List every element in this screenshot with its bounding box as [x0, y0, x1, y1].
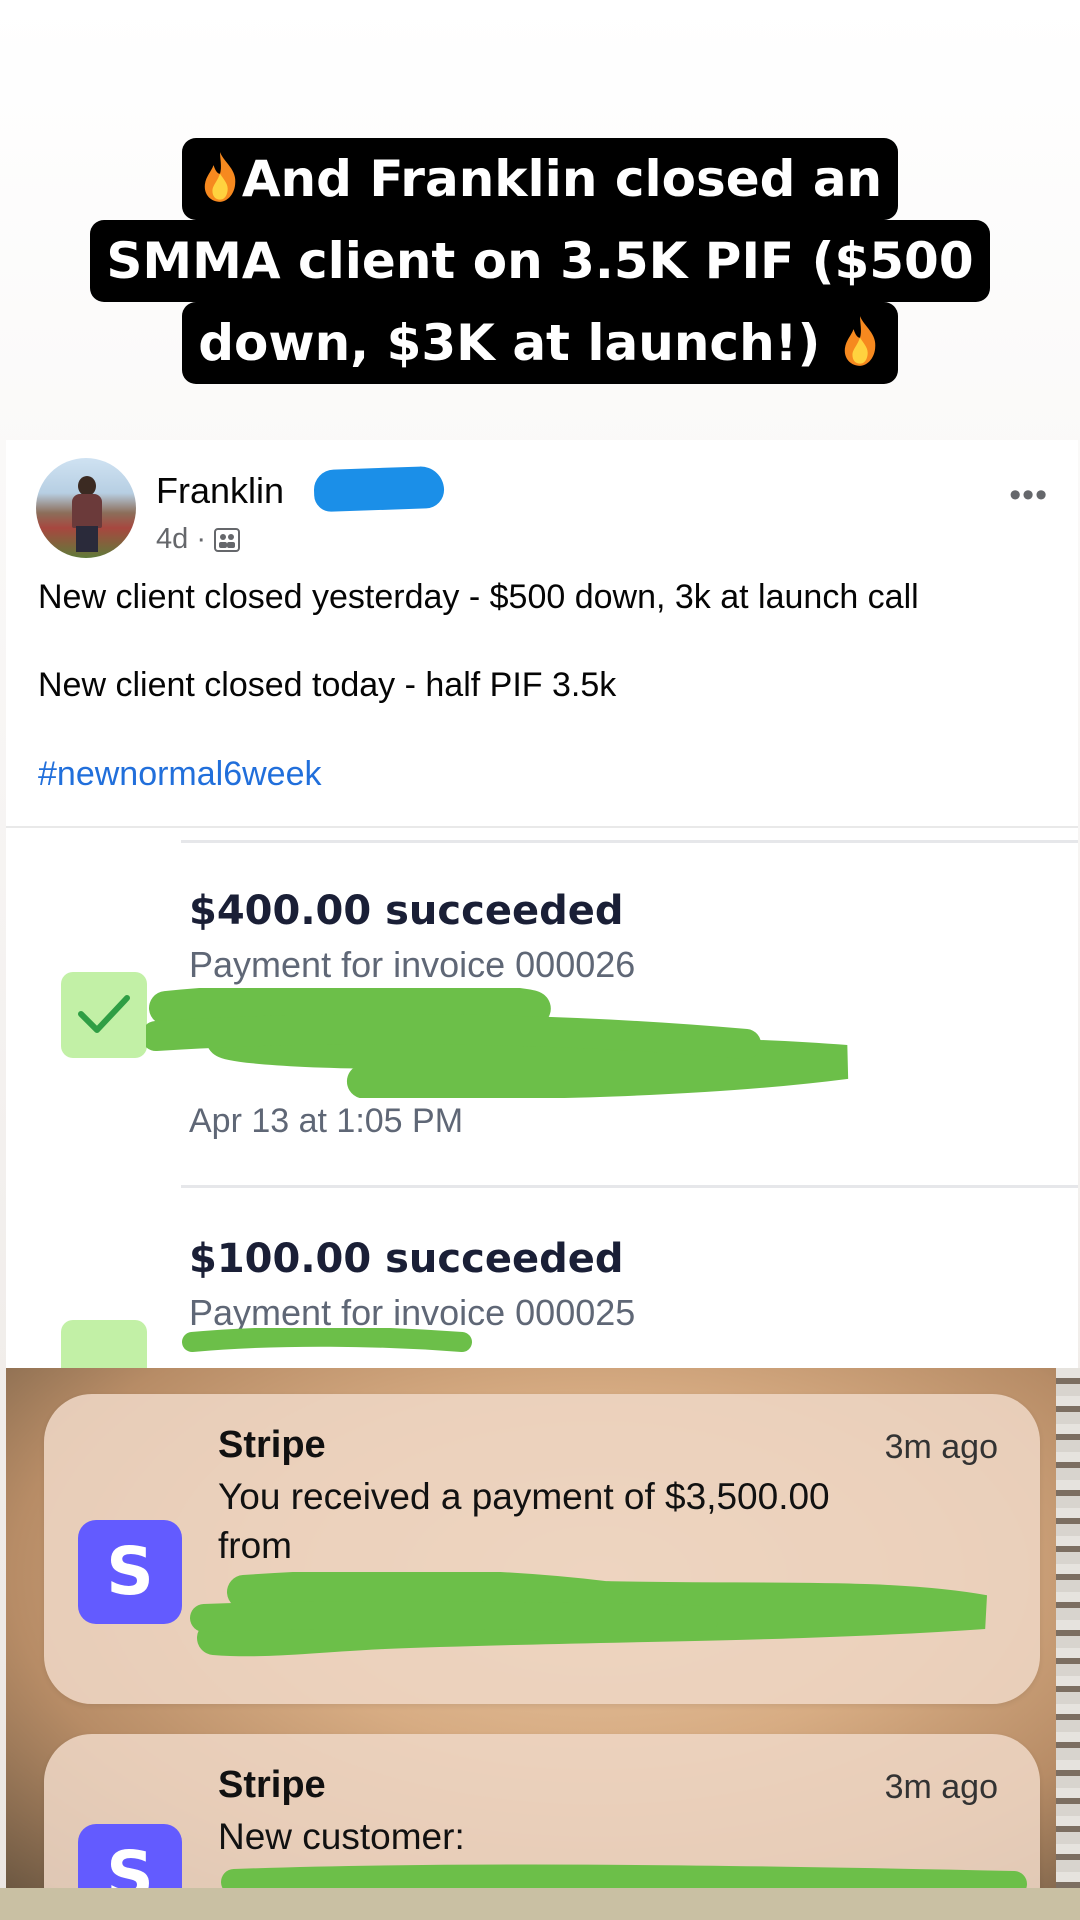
notification-app-name: Stripe	[218, 1424, 326, 1466]
post-author[interactable]: Franklin	[156, 470, 284, 512]
name-redaction	[313, 465, 445, 513]
post-time[interactable]: 4d	[156, 523, 188, 555]
headline-line-2: SMMA client on 3.5K PIF ($500	[90, 220, 990, 302]
stripe-app-icon: S	[78, 1520, 182, 1624]
more-options-button[interactable]: •••	[1009, 476, 1048, 515]
post-meta: 4d ·	[156, 523, 241, 556]
fire-icon	[204, 152, 236, 202]
transaction-amount: $400.00 succeeded	[189, 888, 624, 934]
redaction-scribble	[221, 1864, 1027, 1888]
hashtag-link[interactable]: #newnormal6week	[38, 755, 322, 794]
notification-screenshot: S Stripe 3m ago You received a payment o…	[6, 1368, 1080, 1888]
divider	[181, 1185, 1078, 1188]
avatar-head	[78, 476, 96, 496]
transaction-description: Payment for invoice 000026	[189, 944, 636, 985]
transaction-amount: $100.00 succeeded	[189, 1236, 624, 1282]
notification-card[interactable]: S Stripe 3m ago New customer:	[44, 1734, 1040, 1888]
notification-time: 3m ago	[884, 1768, 998, 1806]
notification-time: 3m ago	[884, 1428, 998, 1466]
stripe-app-icon: S	[78, 1824, 182, 1888]
avatar-body	[72, 494, 102, 528]
post-card: Franklin 4d · ••• New client closed yest…	[6, 440, 1078, 1440]
transaction-date: Apr 13 at 1:05 PM	[189, 1102, 464, 1140]
headline-line-1: And Franklin closed an	[181, 138, 899, 220]
notification-card[interactable]: S Stripe 3m ago You received a payment o…	[44, 1394, 1040, 1704]
notification-app-name: Stripe	[218, 1764, 326, 1806]
notification-body: You received a payment of $3,500.00 from	[218, 1472, 830, 1570]
post-text-line-1: New client closed yesterday - $500 down,…	[38, 578, 919, 616]
headline-line-3: down, $3K at launch!)	[182, 302, 898, 384]
redaction-scribble	[146, 988, 849, 1098]
divider	[181, 840, 1078, 843]
notification-body: New customer:	[218, 1812, 465, 1861]
check-icon	[61, 972, 147, 1058]
photo-edge	[1056, 1368, 1080, 1888]
avatar[interactable]	[36, 458, 136, 558]
avatar-legs	[76, 526, 98, 552]
post-divider	[6, 826, 1078, 828]
headline: And Franklin closed an SMMA client on 3.…	[0, 138, 1080, 384]
meta-separator: ·	[196, 523, 206, 555]
group-audience-icon[interactable]	[214, 528, 241, 552]
notification-body-line-1: You received a payment of $3,500.00	[218, 1476, 830, 1517]
notification-body-line-2: from	[218, 1525, 292, 1566]
bottom-strip	[0, 1888, 1080, 1920]
post-text-line-2: New client closed today - half PIF 3.5k	[38, 666, 617, 704]
notification-body-line-1: New customer:	[218, 1816, 465, 1857]
redaction-scribble	[190, 1572, 988, 1657]
redaction-scribble	[182, 1328, 472, 1352]
fire-icon	[844, 316, 876, 366]
